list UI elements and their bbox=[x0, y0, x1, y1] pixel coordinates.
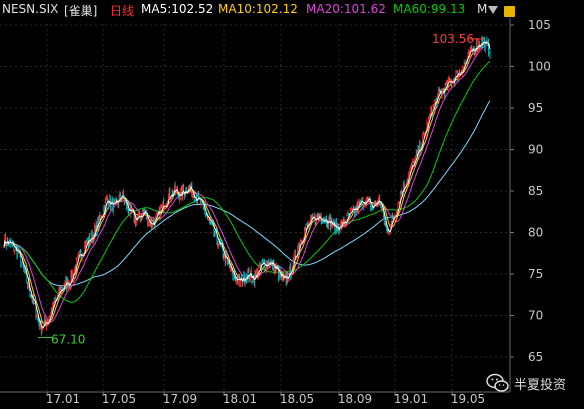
x-tick-label: 17.09 bbox=[163, 392, 197, 406]
ma5-label: MA5:102.52 bbox=[141, 2, 214, 16]
x-tick-label: 17.01 bbox=[46, 392, 80, 406]
y-tick-label: 70 bbox=[528, 309, 543, 323]
y-tick-label: 75 bbox=[528, 267, 543, 281]
x-tick-label: 19.01 bbox=[394, 392, 428, 406]
adjust-label[interactable]: [雀巢] bbox=[64, 2, 97, 19]
x-tick-label: 19.05 bbox=[451, 392, 485, 406]
period-label[interactable]: 日线 bbox=[110, 2, 134, 19]
watermark-text: 半夏投资 bbox=[514, 377, 567, 393]
y-tick-label: 100 bbox=[528, 60, 551, 74]
x-tick-label: 17.05 bbox=[102, 392, 136, 406]
x-tick-label: 18.09 bbox=[338, 392, 372, 406]
y-tick-label: 80 bbox=[528, 226, 543, 240]
candlestick-chart: 65 70 75 80 85 90 95 100 105 17.01 17.05 17.09 18.0… bbox=[0, 0, 584, 409]
symbol-label: NESN.SIX bbox=[2, 2, 59, 16]
watermark: 半夏投资 bbox=[486, 373, 566, 393]
menu-button[interactable]: M bbox=[477, 2, 487, 16]
y-tick-label: 95 bbox=[528, 101, 543, 115]
y-tick-label: 105 bbox=[528, 18, 551, 32]
x-tick-label: 18.05 bbox=[280, 392, 314, 406]
ma20-label: MA20:101.62 bbox=[306, 2, 386, 16]
low-label: 67.10 bbox=[51, 333, 85, 347]
high-label: 103.56 bbox=[432, 32, 474, 46]
dropdown-arrow-icon[interactable] bbox=[488, 6, 498, 14]
y-tick-label: 85 bbox=[528, 184, 543, 198]
y-tick-label: 65 bbox=[528, 350, 543, 364]
y-tick-label: 90 bbox=[528, 143, 543, 157]
wechat-icon bbox=[486, 373, 509, 392]
x-tick-label: 18.01 bbox=[223, 392, 257, 406]
ma10-label: MA10:102.12 bbox=[218, 2, 298, 16]
ma60-label: MA60:99.13 bbox=[393, 2, 466, 16]
lock-icon[interactable] bbox=[504, 6, 515, 17]
